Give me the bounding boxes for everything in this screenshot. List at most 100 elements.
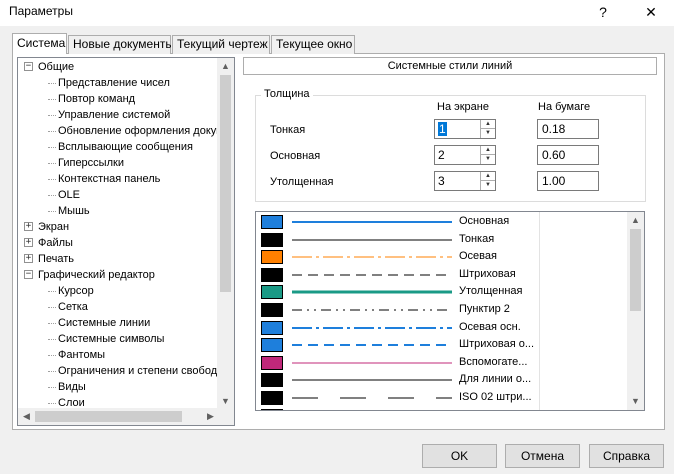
line-style-name: Осевая	[459, 250, 497, 263]
color-swatch[interactable]	[261, 391, 283, 405]
tree-item[interactable]: Системные символы	[58, 331, 164, 347]
expander-icon[interactable]: −	[24, 270, 33, 279]
expander-icon[interactable]: +	[24, 238, 33, 247]
thickness-label: Утолщенная	[270, 176, 334, 188]
line-style-name: Осевая осн.	[459, 320, 521, 333]
tree-item[interactable]: Мышь	[58, 203, 90, 219]
screen-thickness-spinner[interactable]: 3 ▲ ▼	[434, 171, 496, 191]
scroll-up-arrow-icon[interactable]: ▲	[627, 212, 644, 229]
tree-item[interactable]: Экран	[38, 219, 69, 235]
tree-connector	[48, 291, 56, 292]
line-style-row[interactable]: Основная	[256, 214, 629, 231]
tab-new-documents[interactable]: Новые документы	[68, 35, 174, 54]
color-swatch[interactable]	[261, 320, 283, 335]
column-header-paper: На бумаге	[538, 101, 591, 113]
line-styles-list[interactable]: Основная Тонкая Осевая Штриховая Утолщенная П…	[255, 211, 645, 411]
tree-item[interactable]: Всплывающие сообщения	[58, 139, 193, 155]
color-swatch[interactable]	[261, 373, 283, 388]
line-style-row[interactable]: Пунктир 2	[256, 302, 629, 319]
tree-item[interactable]: Печать	[38, 251, 74, 267]
help-button[interactable]: Справка	[589, 444, 664, 468]
tree-item[interactable]: Повтор команд	[58, 91, 135, 107]
tree-connector	[48, 307, 56, 308]
tree-item[interactable]: Файлы	[38, 235, 73, 251]
color-swatch[interactable]	[261, 408, 283, 410]
line-style-row[interactable]: Для линии о...	[256, 372, 629, 389]
paper-thickness-field[interactable]: 1.00	[537, 171, 599, 191]
screen-thickness-value[interactable]: 2	[438, 148, 445, 162]
scroll-left-arrow-icon[interactable]: ◀	[18, 408, 35, 425]
paper-thickness-field[interactable]: 0.60	[537, 145, 599, 165]
tree-item[interactable]: Ограничения и степени свобод	[58, 363, 217, 379]
settings-tree[interactable]: − Общие Представление чисел Повтор команд Уп…	[17, 57, 235, 426]
line-style-name: Штриховая	[459, 267, 516, 280]
color-swatch[interactable]	[261, 355, 283, 370]
scroll-down-arrow-icon[interactable]: ▼	[627, 393, 644, 410]
scroll-thumb[interactable]	[220, 75, 231, 292]
paper-thickness-field[interactable]: 0.18	[537, 119, 599, 139]
tree-connector	[48, 403, 56, 404]
ok-button[interactable]: OK	[422, 444, 497, 468]
tree-item[interactable]: Курсор	[58, 283, 94, 299]
tree-item[interactable]: Гиперссылки	[58, 155, 124, 171]
tree-item[interactable]: Системные линии	[58, 315, 150, 331]
help-title-button[interactable]: ?	[580, 0, 626, 26]
line-style-row[interactable]: Штриховая о...	[256, 337, 629, 354]
color-swatch[interactable]	[261, 338, 283, 353]
line-style-row[interactable]: Штриховая	[256, 267, 629, 284]
tree-item[interactable]: Фантомы	[58, 347, 105, 363]
spin-down-icon[interactable]: ▼	[481, 129, 495, 138]
close-button[interactable]: ✕	[628, 0, 674, 26]
color-swatch[interactable]	[261, 303, 283, 317]
expander-icon[interactable]: −	[24, 62, 33, 71]
tree-item[interactable]: Графический редактор	[38, 267, 155, 283]
tree-connector	[48, 355, 56, 356]
tree-item[interactable]: Виды	[58, 379, 86, 395]
screen-thickness-value[interactable]: 1	[438, 122, 447, 136]
color-swatch[interactable]	[261, 250, 283, 265]
screen-thickness-spinner[interactable]: 2 ▲ ▼	[434, 145, 496, 165]
tree-item[interactable]: Представление чисел	[58, 75, 170, 91]
scroll-up-arrow-icon[interactable]: ▲	[217, 58, 234, 75]
expander-icon[interactable]: +	[24, 222, 33, 231]
color-swatch[interactable]	[261, 215, 283, 229]
tree-item[interactable]: OLE	[58, 187, 80, 203]
list-vertical-scrollbar[interactable]: ▲ ▼	[627, 212, 644, 410]
tree-horizontal-scrollbar[interactable]: ◀ ▶	[18, 408, 219, 425]
screen-thickness-spinner[interactable]: 1 ▲ ▼	[434, 119, 496, 139]
spin-up-icon[interactable]: ▲	[481, 146, 495, 155]
color-swatch[interactable]	[261, 285, 283, 300]
tree-item[interactable]: Общие	[38, 59, 74, 75]
line-style-row[interactable]: ISO 03 штри...	[256, 408, 629, 410]
screen-thickness-value[interactable]: 3	[438, 174, 445, 188]
tree-vertical-scrollbar[interactable]: ▲ ▼	[217, 58, 234, 410]
line-preview	[292, 239, 452, 241]
tree-connector	[48, 211, 56, 212]
line-style-row[interactable]: Тонкая	[256, 232, 629, 249]
spin-up-icon[interactable]: ▲	[481, 172, 495, 181]
spin-down-icon[interactable]: ▼	[481, 155, 495, 164]
color-swatch[interactable]	[261, 232, 283, 247]
line-preview	[292, 309, 452, 311]
tree-item[interactable]: Обновление оформления докум	[58, 123, 224, 139]
scroll-thumb[interactable]	[630, 229, 641, 311]
spin-up-icon[interactable]: ▲	[481, 120, 495, 129]
line-style-row[interactable]: Осевая	[256, 249, 629, 266]
tab-system[interactable]: Система	[12, 33, 67, 54]
scroll-thumb[interactable]	[35, 411, 182, 422]
tree-item[interactable]: Сетка	[58, 299, 88, 315]
tab-current-drawing[interactable]: Текущий чертеж	[172, 35, 270, 54]
color-swatch[interactable]	[261, 267, 283, 282]
cancel-button[interactable]: Отмена	[505, 444, 580, 468]
line-style-row[interactable]: Вспомогате...	[256, 355, 629, 372]
expander-icon[interactable]: +	[24, 254, 33, 263]
line-style-row[interactable]: Осевая осн.	[256, 320, 629, 337]
tree-item[interactable]: Контекстная панель	[58, 171, 160, 187]
line-preview	[292, 344, 452, 347]
spin-down-icon[interactable]: ▼	[481, 181, 495, 190]
line-style-row[interactable]: ISO 02 штри...	[256, 390, 629, 407]
tab-current-window[interactable]: Текущее окно	[271, 35, 355, 54]
tree-item[interactable]: Управление системой	[58, 107, 170, 123]
tree-connector	[48, 163, 56, 164]
line-style-row[interactable]: Утолщенная	[256, 284, 629, 301]
